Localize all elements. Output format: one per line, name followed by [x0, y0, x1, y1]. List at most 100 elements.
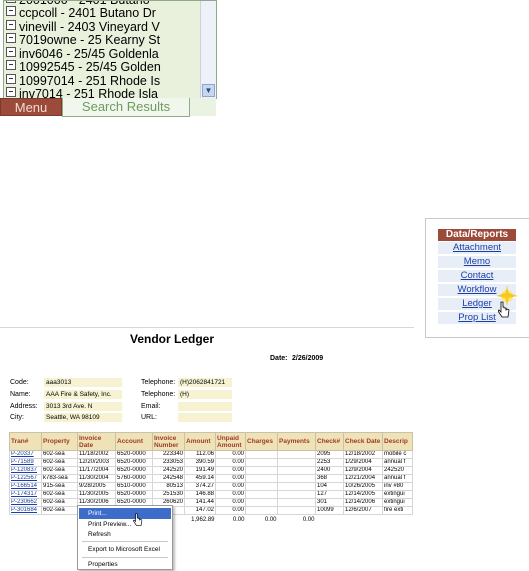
table-cell: 0.00	[215, 474, 246, 483]
table-cell	[245, 450, 278, 459]
expand-icon[interactable]	[6, 46, 16, 57]
search-results-list[interactable]: 2001000 - 2401 Butano ccpcoll - 2401 But…	[3, 0, 217, 99]
table-cell: 602-sea	[41, 458, 78, 467]
table-cell	[277, 474, 316, 483]
column-header: Payments	[277, 432, 316, 451]
print-menu-item[interactable]: Print...	[79, 508, 171, 519]
tran-link[interactable]: P-122567	[9, 474, 42, 483]
table-cell: 602-sea	[41, 498, 78, 507]
table-cell: 11/30/2005	[77, 490, 116, 499]
tran-link[interactable]: P-301684	[9, 506, 42, 515]
list-item-label: ccpcoll - 2401 Butano Dr	[19, 6, 156, 20]
table-cell: 2400	[315, 466, 344, 475]
expand-icon[interactable]	[6, 19, 16, 30]
table-cell: extingui	[382, 490, 413, 499]
list-item-label: vinevill - 2403 Vineyard V	[19, 19, 160, 34]
properties-menu-item[interactable]: Properties	[79, 559, 171, 570]
list-scrollbar[interactable]: ▼	[200, 1, 216, 98]
url-value	[178, 413, 232, 422]
tran-link[interactable]: P-20337	[9, 450, 42, 459]
table-cell: 112.06	[184, 450, 216, 459]
table-cell: 6520-0000	[115, 450, 153, 459]
table-cell: 602-sea	[41, 490, 78, 499]
table-cell: 141.44	[184, 498, 216, 507]
expand-icon[interactable]	[6, 6, 16, 16]
table-cell: 0.00	[215, 458, 246, 467]
table-row: P-20337 602-sea 11/18/2002 6520-0000 223340 1…	[9, 450, 413, 459]
table-cell: 12/14/2005	[343, 490, 383, 499]
expand-icon[interactable]	[6, 60, 16, 70]
table-cell: 459.14	[184, 474, 216, 483]
total-charges: 0.00	[264, 517, 277, 523]
telephone2-label: Telephone:	[141, 391, 176, 398]
telephone-value: (H)2062841721	[178, 378, 232, 387]
expand-icon[interactable]	[6, 73, 16, 84]
table-cell: 0.00	[215, 506, 246, 515]
export-excel-menu-item[interactable]: Export to Microsoft Excel	[79, 544, 171, 555]
table-cell: 390.59	[184, 458, 216, 467]
table-cell	[383, 515, 413, 526]
table-cell: 0.00	[215, 450, 246, 459]
table-cell	[277, 466, 316, 475]
table-cell	[245, 466, 278, 475]
table-cell: 5760-0000	[115, 474, 153, 483]
tran-link[interactable]: P-230662	[9, 498, 42, 507]
table-cell: 6520-0000	[115, 490, 153, 499]
context-menu: Print... Print Preview... Refresh Export…	[77, 505, 173, 570]
table-cell: 12/20/2003	[77, 458, 116, 467]
data-reports-header: Data/Reports	[438, 229, 516, 241]
table-row: P-301684 602-sea 147.02 0.00 10099 12/6/2007 f…	[9, 506, 413, 515]
table-cell: 0.00	[215, 490, 246, 499]
scroll-down-icon[interactable]: ▼	[202, 84, 215, 97]
expand-icon[interactable]	[6, 1, 16, 3]
table-cell	[277, 490, 316, 499]
table-cell: k783-sea	[41, 474, 78, 483]
table-cell: 12/14/2006	[343, 498, 383, 507]
table-cell: 146.88	[184, 490, 216, 499]
table-cell: 12/21/2004	[343, 474, 383, 483]
city-value: Seattle, WA 98109	[44, 413, 122, 422]
table-cell: 1/29/2004	[343, 458, 383, 467]
table-cell: 6520-0000	[115, 458, 153, 467]
tab-menu[interactable]: Menu	[0, 98, 62, 116]
column-header: Descrip	[382, 432, 413, 451]
column-header: Account	[115, 432, 153, 451]
contact-link[interactable]: Contact	[438, 270, 516, 283]
table-cell: extingui	[382, 498, 413, 507]
attachment-link[interactable]: Attachment	[438, 242, 516, 255]
table-cell: 2253	[315, 458, 344, 467]
menu-separator	[82, 541, 168, 542]
column-header: Check#	[315, 432, 344, 451]
table-row: P-122567 k783-sea 11/30/2004 5760-0000 24254…	[9, 474, 413, 483]
table-cell	[42, 515, 78, 526]
table-cell	[277, 506, 316, 515]
table-cell: 602-sea	[41, 466, 78, 475]
table-cell: 11/18/2002	[77, 450, 116, 459]
expand-icon[interactable]	[6, 33, 16, 43]
table-cell: 10099	[315, 506, 344, 515]
table-cell: 368	[315, 474, 344, 483]
memo-link[interactable]: Memo	[438, 256, 516, 269]
column-header: Invoice Number	[152, 432, 185, 451]
tab-search-results[interactable]: Search Results	[62, 98, 190, 117]
table-row: P-120837 602-sea 11/17/2004 6520-0000 242520…	[9, 466, 413, 475]
table-cell: 191.49	[184, 466, 216, 475]
table-cell: 223340	[152, 450, 185, 459]
list-item-label: inv6046 - 25/45 Goldenla	[19, 46, 159, 61]
tran-link[interactable]: P-166514	[9, 482, 42, 491]
list-item-label: 10997014 - 251 Rhode Is	[19, 73, 161, 88]
table-cell: 0.00	[215, 466, 246, 475]
tran-link[interactable]: P-71589	[9, 458, 42, 467]
tran-link[interactable]: P-120837	[9, 466, 42, 475]
column-header: Unpaid Amount	[215, 432, 246, 451]
search-results-panel: 2001000 - 2401 Butano ccpcoll - 2401 But…	[0, 0, 217, 118]
refresh-menu-item[interactable]: Refresh	[79, 529, 171, 540]
tran-link[interactable]: P-174317	[9, 490, 42, 499]
table-cell: 242520	[382, 466, 413, 475]
table-cell	[277, 458, 316, 467]
expand-icon[interactable]	[6, 87, 16, 97]
pointer-cursor-icon	[498, 301, 510, 318]
telephone-label: Telephone:	[141, 379, 176, 386]
table-cell	[277, 482, 316, 491]
data-reports-panel: Data/Reports Attachment Memo Contact Wor…	[425, 218, 529, 338]
